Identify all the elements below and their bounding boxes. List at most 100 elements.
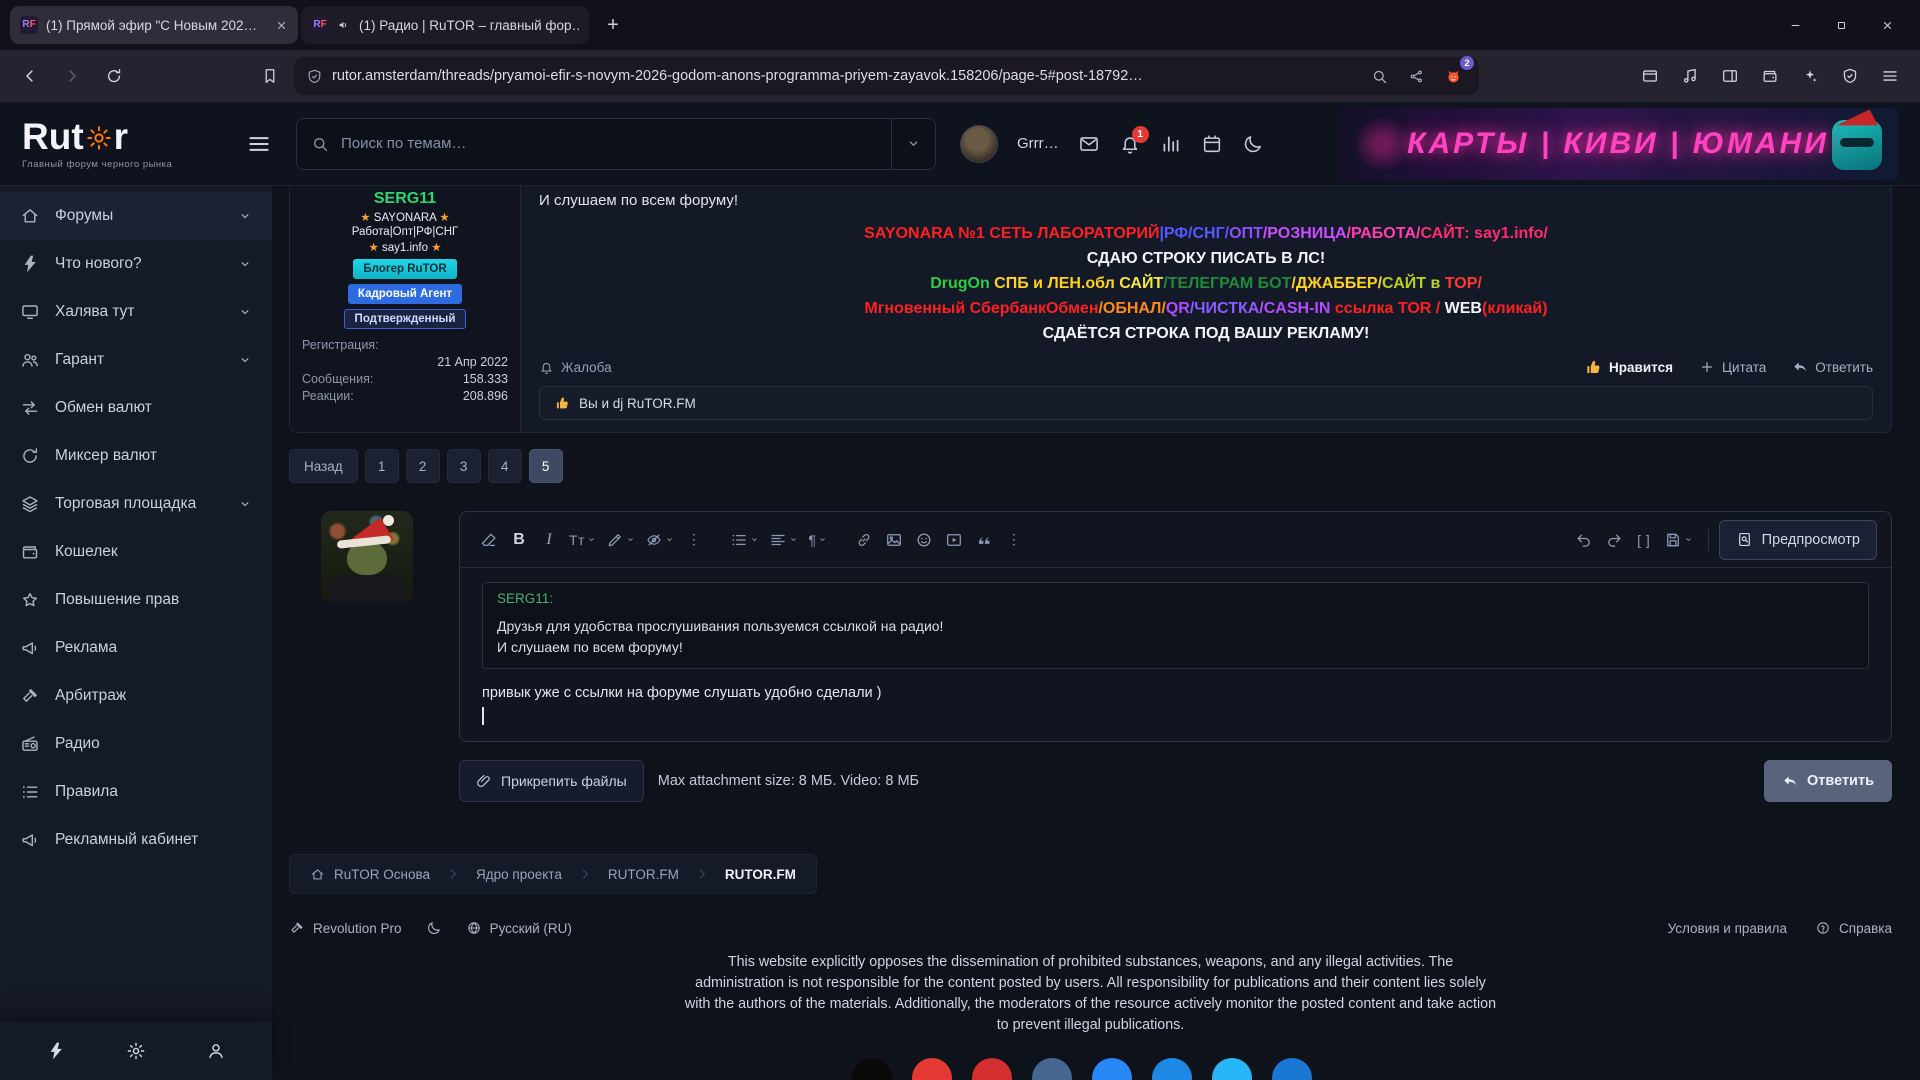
card-icon[interactable] xyxy=(1632,58,1668,94)
bbcode-button[interactable]: [ ] xyxy=(1629,523,1659,557)
social-link[interactable] xyxy=(972,1058,1012,1080)
breadcrumb-item-core[interactable]: Ядро проекта xyxy=(460,855,578,893)
text-color-button[interactable] xyxy=(601,523,640,557)
reply-link[interactable]: Ответить xyxy=(1792,359,1873,375)
help-link[interactable]: Справка xyxy=(1815,920,1892,936)
social-link[interactable] xyxy=(1272,1058,1312,1080)
new-tab-button[interactable]: + xyxy=(597,9,629,41)
breadcrumb-item-rutorfm[interactable]: RUTOR.FM xyxy=(592,855,695,893)
more-insert-options-button[interactable]: ⋮ xyxy=(999,523,1029,557)
reactions-bar[interactable]: Вы и dj RuTOR.FM xyxy=(539,386,1873,420)
reload-button[interactable] xyxy=(96,58,132,94)
like-button[interactable]: Нравится xyxy=(1584,358,1673,376)
music-note-icon[interactable] xyxy=(1672,58,1708,94)
site-logo[interactable]: Rut r Главный форум черного рынка xyxy=(22,118,222,170)
pagination-back-button[interactable]: Назад xyxy=(289,449,358,483)
browser-menu-icon[interactable] xyxy=(1872,58,1908,94)
search-bar[interactable] xyxy=(296,118,936,170)
back-button[interactable] xyxy=(12,58,48,94)
social-link[interactable] xyxy=(1152,1058,1192,1080)
browser-tab-radio[interactable]: RF (1) Радио | RuTOR – главный фор… xyxy=(301,6,589,44)
insert-media-button[interactable] xyxy=(939,523,969,557)
sidebar-item-marketplace[interactable]: Торговая площадка xyxy=(0,480,272,528)
editor-content[interactable]: SERG11: Друзья для удобства прослушивани… xyxy=(460,568,1891,741)
sidebar-item-radio[interactable]: Радио xyxy=(0,720,272,768)
close-window-button[interactable] xyxy=(1864,0,1910,50)
site-permissions-icon[interactable] xyxy=(306,68,323,85)
sidebar-hamburger-icon[interactable] xyxy=(246,131,272,157)
user-avatar[interactable] xyxy=(960,125,998,163)
style-chooser[interactable]: Revolution Pro xyxy=(289,920,402,936)
pagination-page-2[interactable]: 2 xyxy=(406,449,440,483)
paragraph-button[interactable]: ¶ xyxy=(803,523,833,557)
bold-button[interactable]: B xyxy=(504,523,534,557)
sidebar-item-advertising[interactable]: Реклама xyxy=(0,624,272,672)
account-icon[interactable] xyxy=(206,1041,226,1061)
sidebar-item-rank-upgrade[interactable]: Повышение прав xyxy=(0,576,272,624)
dark-mode-moon-icon[interactable] xyxy=(1242,133,1264,155)
sparkles-icon[interactable] xyxy=(1792,58,1828,94)
social-link[interactable] xyxy=(1032,1058,1072,1080)
sidebar-item-currency-exchange[interactable]: Обмен валют xyxy=(0,384,272,432)
sidebar-item-freebies[interactable]: Халява тут xyxy=(0,288,272,336)
quote-button[interactable]: Цитата xyxy=(1699,359,1766,375)
alignment-button[interactable] xyxy=(764,523,803,557)
stats-chart-icon[interactable] xyxy=(1160,133,1182,155)
undo-button[interactable] xyxy=(1569,523,1599,557)
messages-icon[interactable] xyxy=(1078,133,1100,155)
breadcrumb-item-current[interactable]: RUTOR.FM xyxy=(709,855,812,893)
sidebar-item-guarantor[interactable]: Гарант xyxy=(0,336,272,384)
insert-link-button[interactable] xyxy=(849,523,879,557)
sidebar-item-rules[interactable]: Правила xyxy=(0,768,272,816)
preview-button[interactable]: Предпросмотр xyxy=(1719,520,1877,560)
pagination-page-4[interactable]: 4 xyxy=(488,449,522,483)
signature-line[interactable]: Мгновенный СбербанкОбмен/ОБНАЛ/QR/ЧИСТКА… xyxy=(539,296,1873,321)
list-button[interactable] xyxy=(725,523,764,557)
sidebar-item-arbitration[interactable]: Арбитраж xyxy=(0,672,272,720)
vpn-shield-icon[interactable] xyxy=(1832,58,1868,94)
sidebar-item-wallet[interactable]: Кошелек xyxy=(0,528,272,576)
minimize-button[interactable] xyxy=(1772,0,1818,50)
signature-line[interactable]: DrugOn СПБ и ЛЕН.обл САЙТ/ТЕЛЕГРАМ БОТ/Д… xyxy=(539,271,1873,296)
author-username[interactable]: SERG11 xyxy=(302,190,508,208)
pagination-page-1[interactable]: 1 xyxy=(365,449,399,483)
redo-button[interactable] xyxy=(1599,523,1629,557)
pagination-page-5-current[interactable]: 5 xyxy=(529,449,563,483)
notifications-bell-icon[interactable]: 1 xyxy=(1119,133,1141,155)
social-link[interactable] xyxy=(852,1058,892,1080)
report-link[interactable]: Жалоба xyxy=(539,360,612,375)
maximize-button[interactable] xyxy=(1818,0,1864,50)
address-bar[interactable]: rutor.amsterdam/threads/pryamoi-efir-s-n… xyxy=(294,57,1479,95)
share-icon[interactable] xyxy=(1402,62,1430,90)
insert-image-button[interactable] xyxy=(879,523,909,557)
remove-format-button[interactable] xyxy=(474,523,504,557)
drafts-button[interactable] xyxy=(1659,523,1698,557)
username-label[interactable]: Grrr… xyxy=(1017,135,1059,152)
zoom-icon[interactable] xyxy=(1365,62,1393,90)
calendar-icon[interactable] xyxy=(1201,133,1223,155)
sidebar-item-ad-cabinet[interactable]: Рекламный кабинет xyxy=(0,816,272,864)
ad-banner[interactable]: КАРТЫ | КИВИ | ЮМАНИ xyxy=(1338,108,1898,180)
social-link[interactable] xyxy=(1212,1058,1252,1080)
attach-files-button[interactable]: Прикрепить файлы xyxy=(459,760,644,802)
wallet-icon[interactable] xyxy=(1752,58,1788,94)
social-link[interactable] xyxy=(912,1058,952,1080)
submit-reply-button[interactable]: Ответить xyxy=(1764,760,1892,802)
font-size-button[interactable]: Tт xyxy=(564,523,601,557)
terms-link[interactable]: Условия и правила xyxy=(1668,921,1787,936)
insert-quote-button[interactable] xyxy=(969,523,999,557)
side-panel-icon[interactable] xyxy=(1712,58,1748,94)
pagination-page-3[interactable]: 3 xyxy=(447,449,481,483)
audio-playing-icon[interactable] xyxy=(337,18,351,32)
theme-toggle[interactable] xyxy=(426,920,442,936)
sidebar-item-currency-mixer[interactable]: Миксер валют xyxy=(0,432,272,480)
search-input[interactable] xyxy=(329,135,891,152)
sidebar-item-forums[interactable]: Форумы xyxy=(0,192,272,240)
italic-button[interactable]: I xyxy=(534,523,564,557)
insert-emoji-button[interactable] xyxy=(909,523,939,557)
reply-avatar[interactable] xyxy=(321,511,413,603)
bookmark-button[interactable] xyxy=(252,58,288,94)
breadcrumb-item-root[interactable]: RuTOR Основа xyxy=(294,855,446,893)
brave-shields-lion-icon[interactable]: 2 xyxy=(1439,62,1467,90)
forward-button[interactable] xyxy=(54,58,90,94)
